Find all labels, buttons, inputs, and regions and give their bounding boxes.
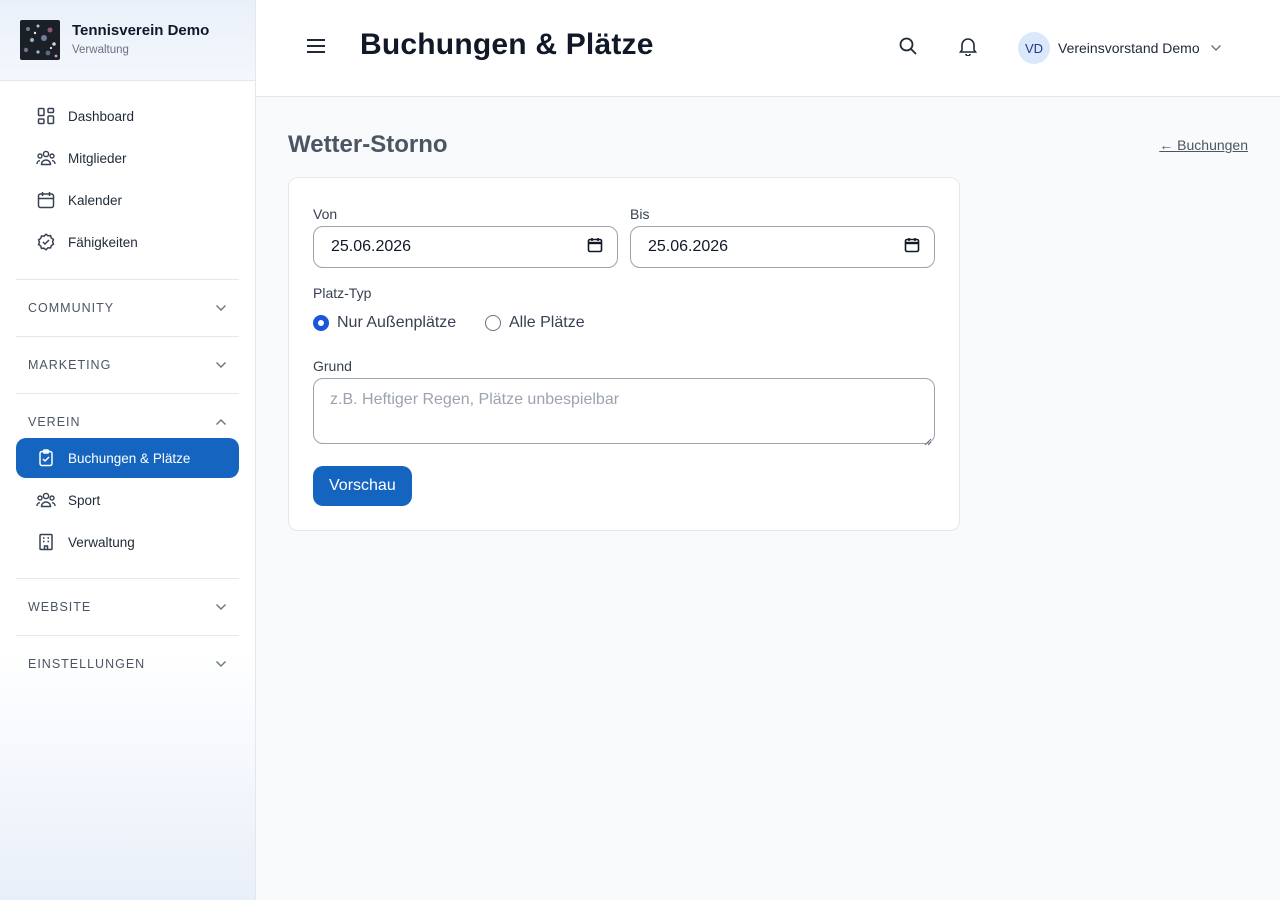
nav-item-dashboard[interactable]: Dashboard <box>16 96 239 136</box>
section-title: Wetter-Storno <box>288 131 448 158</box>
resize-handle-icon[interactable] <box>924 433 932 446</box>
nav-item-label: Mitglieder <box>68 150 127 166</box>
club-logo <box>20 20 60 60</box>
radio-label: Alle Plätze <box>509 314 585 331</box>
nav-item-faehigkeiten[interactable]: Fähigkeiten <box>16 222 239 262</box>
avatar: VD <box>1018 32 1050 64</box>
sidebar: Tennisverein Demo Verwaltung Dashboard M… <box>0 0 256 900</box>
nav-item-kalender[interactable]: Kalender <box>16 180 239 220</box>
from-label: Von <box>313 206 338 222</box>
chevron-down-icon <box>215 301 227 315</box>
to-date-input[interactable]: 25.06.2026 <box>630 226 935 268</box>
chevron-up-icon <box>215 415 227 429</box>
search-icon <box>898 36 918 61</box>
section-toggle-marketing[interactable]: MARKETING <box>16 337 239 393</box>
nav-item-label: Dashboard <box>68 108 135 124</box>
weather-cancel-form: Von 25.06.2026 Bis 25.06.2026 Platz-Typ … <box>288 177 960 531</box>
nav-item-label: Kalender <box>68 192 123 208</box>
section-label: EINSTELLUNGEN <box>28 657 146 671</box>
calendar-picker-icon[interactable] <box>587 237 603 258</box>
verein-nav: Buchungen & Plätze Sport Verwaltung <box>16 438 239 564</box>
section-toggle-community[interactable]: COMMUNITY <box>16 280 239 336</box>
brand-subtitle: Verwaltung <box>72 44 129 56</box>
calendar-picker-icon[interactable] <box>904 237 920 258</box>
section-einstellungen: EINSTELLUNGEN <box>16 635 239 692</box>
from-date-value: 25.06.2026 <box>331 238 412 255</box>
back-to-bookings-link[interactable]: ← Buchungen <box>1159 137 1248 153</box>
calendar-icon <box>36 190 56 210</box>
bell-icon <box>958 36 978 61</box>
section-label: VEREIN <box>28 415 81 429</box>
chevron-down-icon <box>215 600 227 614</box>
menu-toggle-button[interactable] <box>304 36 328 60</box>
chevron-down-icon <box>215 657 227 671</box>
users-icon <box>36 148 56 168</box>
section-toggle-einstellungen[interactable]: EINSTELLUNGEN <box>16 636 239 692</box>
brand-title: Tennisverein Demo <box>72 22 210 39</box>
badge-check-icon <box>36 232 56 252</box>
user-menu[interactable]: VD Vereinsvorstand Demo <box>1018 32 1222 64</box>
section-label: COMMUNITY <box>28 301 115 315</box>
section-community: COMMUNITY <box>16 279 239 336</box>
dashboard-icon <box>36 106 56 126</box>
nav-item-label: Sport <box>68 492 101 508</box>
chevron-down-icon <box>215 358 227 372</box>
nav-item-label: Verwaltung <box>68 534 135 550</box>
nav-item-label: Buchungen & Plätze <box>68 450 191 466</box>
nav-item-label: Fähigkeiten <box>68 234 138 250</box>
reason-label: Grund <box>313 358 352 374</box>
radio-outdoor-courts[interactable]: Nur Außenplätze <box>313 314 456 332</box>
preview-button[interactable]: Vorschau <box>313 466 412 506</box>
section-toggle-website[interactable]: WEBSITE <box>16 579 239 635</box>
nav-item-sport[interactable]: Sport <box>16 480 239 520</box>
clipboard-check-icon <box>36 448 56 468</box>
brand[interactable]: Tennisverein Demo Verwaltung <box>0 0 255 81</box>
radio-label: Nur Außenplätze <box>337 314 457 331</box>
from-date-input[interactable]: 25.06.2026 <box>313 226 618 268</box>
page-title: Buchungen & Plätze <box>360 28 654 61</box>
search-button[interactable] <box>896 36 920 60</box>
main-nav: Dashboard Mitglieder Kalender Fähigkeite… <box>16 96 239 264</box>
nav-item-mitglieder[interactable]: Mitglieder <box>16 138 239 178</box>
nav-item-verwaltung[interactable]: Verwaltung <box>16 522 239 562</box>
users-icon <box>36 490 56 510</box>
top-header: Buchungen & Plätze VD Vereinsvorstand De… <box>256 0 1280 97</box>
nav-item-buchungen[interactable]: Buchungen & Plätze <box>16 438 239 478</box>
section-website: WEBSITE <box>16 578 239 635</box>
reason-textarea[interactable]: z.B. Heftiger Regen, Plätze unbespielbar <box>313 378 935 446</box>
user-name: Vereinsvorstand Demo <box>1058 40 1200 56</box>
to-date-value: 25.06.2026 <box>648 238 729 255</box>
section-label: MARKETING <box>28 358 112 372</box>
radio-unselected-icon[interactable] <box>485 315 501 331</box>
section-label: WEBSITE <box>28 600 92 614</box>
notifications-button[interactable] <box>956 36 980 60</box>
radio-all-courts[interactable]: Alle Plätze <box>485 314 585 332</box>
to-label: Bis <box>630 206 650 222</box>
chevron-down-icon <box>1210 39 1222 57</box>
building-icon <box>36 532 56 552</box>
reason-placeholder: z.B. Heftiger Regen, Plätze unbespielbar <box>330 391 620 408</box>
hamburger-icon <box>306 38 326 59</box>
court-type-label: Platz-Typ <box>313 285 372 301</box>
section-marketing: MARKETING <box>16 336 239 393</box>
radio-selected-icon[interactable] <box>313 315 329 331</box>
